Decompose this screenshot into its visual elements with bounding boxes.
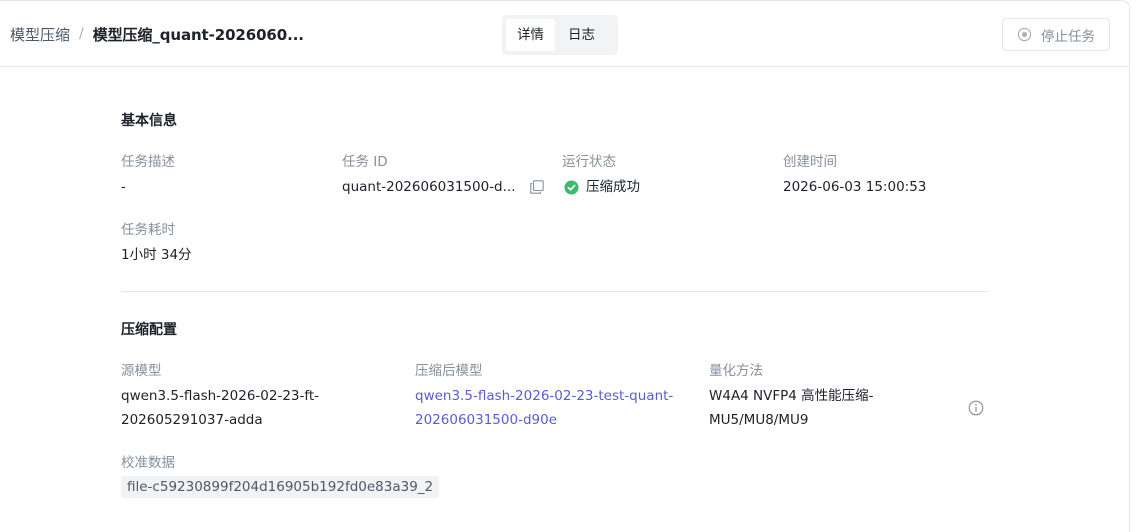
source-model-line1: qwen3.5-flash-2026-02-23-ft- (121, 388, 320, 404)
tab-detail[interactable]: 详情 (506, 19, 555, 51)
breadcrumb: 模型压缩 / 模型压缩_quant-2026060... (10, 23, 304, 45)
calib-data-label: 校准数据 (121, 455, 175, 471)
breadcrumb-parent[interactable]: 模型压缩 (10, 24, 70, 45)
source-model-line2: 202605291037-adda (121, 412, 263, 428)
task-id-value: quant-202606031500-d... (342, 179, 516, 195)
output-model-label: 压缩后模型 (415, 363, 483, 379)
output-model-link-line2[interactable]: 202606031500-d90e (415, 408, 557, 432)
quant-method-label: 量化方法 (709, 363, 763, 379)
tab-log[interactable]: 日志 (557, 19, 606, 51)
section-divider (121, 291, 987, 292)
created-at-value: 2026-06-03 15:00:53 (783, 179, 927, 195)
view-tabs: 详情 日志 (502, 15, 618, 55)
basic-info-title: 基本信息 (121, 113, 177, 129)
copy-icon[interactable] (530, 180, 544, 194)
duration-value: 1小时 34分 (121, 247, 192, 263)
breadcrumb-current: 模型压缩_quant-2026060... (92, 25, 304, 44)
stop-circle-icon (1017, 27, 1032, 42)
breadcrumb-separator: / (79, 26, 84, 42)
duration-label: 任务耗时 (121, 222, 175, 238)
info-icon[interactable] (968, 400, 984, 416)
created-at-label: 创建时间 (783, 154, 837, 170)
quant-method-line1: W4A4 NVFP4 高性能压缩- (709, 388, 874, 404)
detail-panel: 模型压缩 / 模型压缩_quant-2026060... 详情 日志 停止任务 … (0, 0, 1130, 532)
description-value: - (121, 179, 126, 195)
output-model-link-line1[interactable]: qwen3.5-flash-2026-02-23-test-quant- (415, 384, 673, 408)
header-bar: 模型压缩 / 模型压缩_quant-2026060... 详情 日志 停止任务 (0, 1, 1130, 67)
description-label: 任务描述 (121, 154, 175, 170)
status-value: 压缩成功 (586, 179, 640, 195)
stop-task-button[interactable]: 停止任务 (1002, 18, 1110, 51)
stop-task-label: 停止任务 (1041, 28, 1095, 45)
quant-method-line2: MU5/MU8/MU9 (709, 412, 809, 428)
task-id-label: 任务 ID (342, 154, 388, 170)
status-label: 运行状态 (562, 154, 616, 170)
source-model-label: 源模型 (121, 363, 162, 379)
compress-config-title: 压缩配置 (121, 322, 177, 338)
calib-data-tag: file-c59230899f204d16905b192fd0e83a39_2 (121, 476, 440, 498)
check-circle-icon (564, 180, 579, 195)
